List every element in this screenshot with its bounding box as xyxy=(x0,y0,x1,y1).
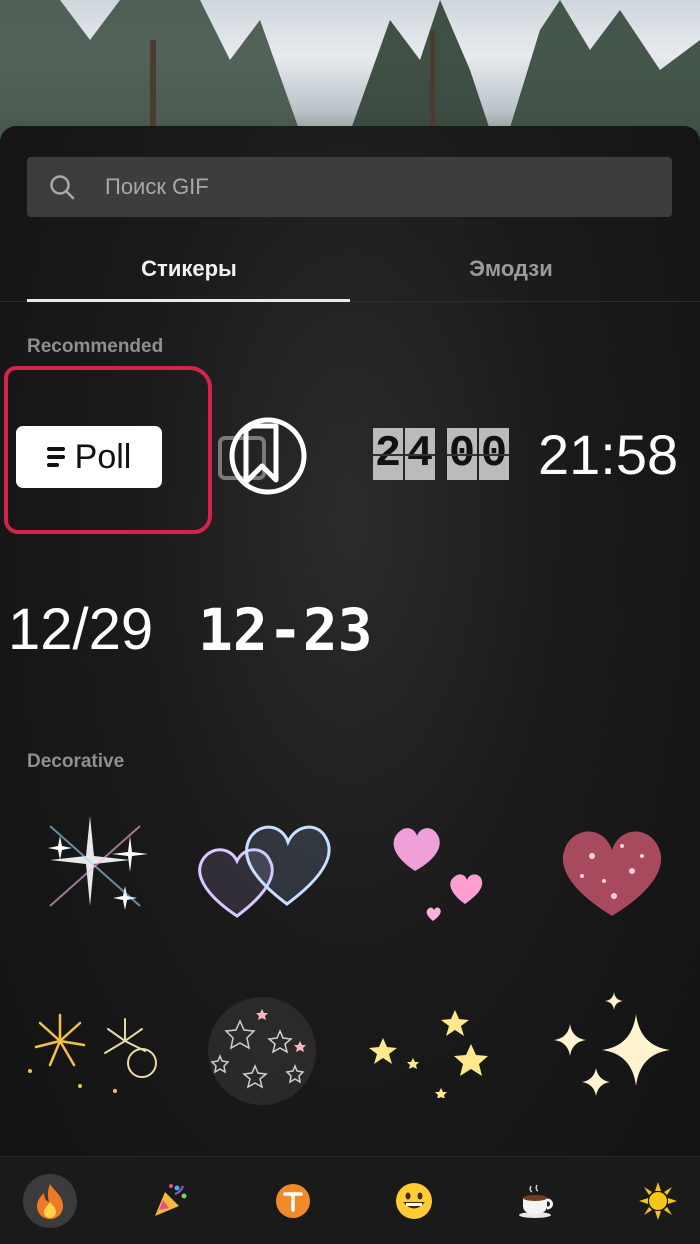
sticker-picker-screen: Стикеры Эмодзи Recommended Poll 2 xyxy=(0,0,700,1244)
category-trending[interactable] xyxy=(23,1174,77,1228)
search-icon xyxy=(50,175,75,200)
coffee-icon xyxy=(519,1184,553,1218)
section-label-recommended: Recommended xyxy=(27,336,164,357)
sun-icon xyxy=(639,1182,677,1220)
category-party[interactable] xyxy=(148,1179,192,1223)
tab-bar: Стикеры Эмодзи xyxy=(0,236,700,302)
smiley-icon xyxy=(396,1183,432,1219)
pink-hearts-sticker[interactable] xyxy=(385,816,495,941)
photo-circle-sticker[interactable] xyxy=(216,416,312,501)
digital-time-sticker[interactable]: 21:58 xyxy=(538,422,678,487)
list-icon xyxy=(46,447,65,467)
glitter-heart-sticker[interactable] xyxy=(552,816,672,931)
flip-digit: 4 xyxy=(405,428,435,480)
fireworks-sticker[interactable] xyxy=(20,1001,165,1106)
category-food[interactable] xyxy=(515,1179,559,1223)
flip-clock-sticker[interactable]: 2 4 0 0 xyxy=(373,428,509,480)
gif-search-bar[interactable] xyxy=(27,157,672,217)
category-nature[interactable] xyxy=(636,1179,680,1223)
bubble-hearts-sticker[interactable] xyxy=(192,816,337,931)
text-t-icon xyxy=(276,1184,310,1218)
date-slash-sticker[interactable]: 12/29 xyxy=(8,596,153,663)
category-bar xyxy=(0,1156,700,1244)
date-dash-sticker[interactable]: 12-23 xyxy=(198,596,373,664)
tab-stickers[interactable]: Стикеры xyxy=(14,236,364,302)
poll-sticker[interactable]: Poll xyxy=(16,426,162,488)
party-popper-icon xyxy=(155,1184,187,1216)
twinkle-stars-sticker[interactable] xyxy=(548,988,673,1108)
poll-label: Poll xyxy=(74,437,132,476)
fire-icon xyxy=(37,1184,63,1219)
flip-digit: 0 xyxy=(447,428,477,480)
flip-digit: 0 xyxy=(479,428,509,480)
section-label-decorative: Decorative xyxy=(27,751,125,772)
yellow-stars-sticker-art xyxy=(365,998,510,1103)
active-tab-indicator xyxy=(27,299,350,302)
star-ball-sticker[interactable] xyxy=(200,991,325,1116)
sparkle-cross-sticker[interactable] xyxy=(30,806,160,931)
sticker-sheet: Стикеры Эмодзи Recommended Poll 2 xyxy=(0,126,700,1244)
search-input[interactable] xyxy=(105,174,625,200)
flip-digit: 2 xyxy=(373,428,403,480)
category-text[interactable] xyxy=(271,1179,315,1223)
tab-emoji[interactable]: Эмодзи xyxy=(336,236,686,302)
category-emoji[interactable] xyxy=(392,1179,436,1223)
